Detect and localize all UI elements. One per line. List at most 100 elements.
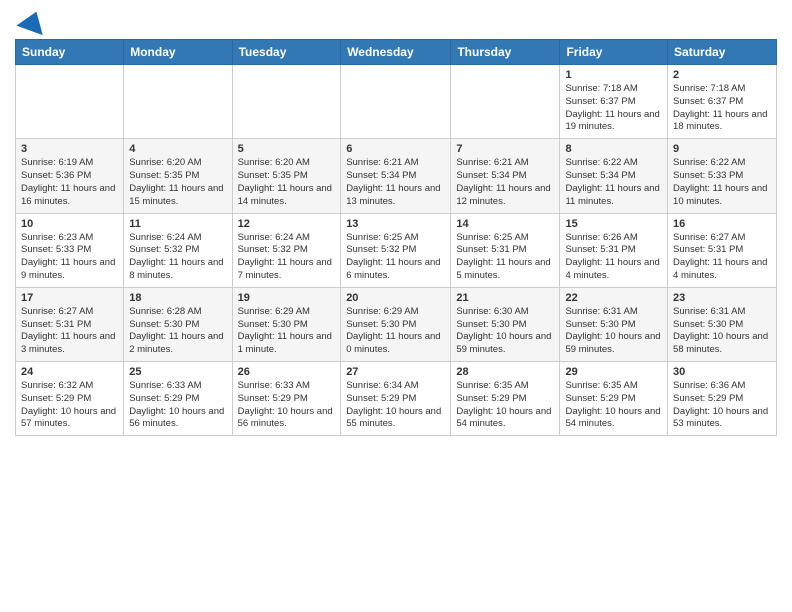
day-info: Sunrise: 6:29 AM Sunset: 5:30 PM Dayligh… <box>238 306 336 357</box>
day-number: 16 <box>673 218 771 230</box>
calendar-week-3: 10 Sunrise: 6:23 AM Sunset: 5:33 PM Dayli… <box>16 213 777 287</box>
day-info: Sunrise: 6:24 AM Sunset: 5:32 PM Dayligh… <box>238 232 336 283</box>
calendar-cell: 28 Sunrise: 6:35 AM Sunset: 5:29 PM Dayli… <box>451 362 560 436</box>
calendar-cell: 8 Sunrise: 6:22 AM Sunset: 5:34 PM Daylig… <box>560 139 668 213</box>
day-number: 30 <box>673 366 771 378</box>
day-number: 23 <box>673 292 771 304</box>
calendar-cell <box>451 65 560 139</box>
calendar-cell: 14 Sunrise: 6:25 AM Sunset: 5:31 PM Dayli… <box>451 213 560 287</box>
calendar-cell <box>16 65 124 139</box>
calendar-week-1: 1 Sunrise: 7:18 AM Sunset: 6:37 PM Daylig… <box>16 65 777 139</box>
calendar-cell: 18 Sunrise: 6:28 AM Sunset: 5:30 PM Dayli… <box>124 287 232 361</box>
calendar-cell: 15Sunrise: 6:26 AM Sunset: 5:31 PM Dayli… <box>560 213 668 287</box>
day-header-monday: Monday <box>124 40 232 65</box>
day-number: 8 <box>565 143 662 155</box>
calendar-cell: 10 Sunrise: 6:23 AM Sunset: 5:33 PM Dayli… <box>16 213 124 287</box>
day-number: 21 <box>456 292 554 304</box>
day-number: 28 <box>456 366 554 378</box>
day-info: Sunrise: 6:36 AM Sunset: 5:29 PM Dayligh… <box>673 380 771 431</box>
day-info: Sunrise: 6:27 AM Sunset: 5:31 PM Dayligh… <box>673 232 771 283</box>
calendar-cell <box>341 65 451 139</box>
day-info: Sunrise: 6:21 AM Sunset: 5:34 PM Dayligh… <box>346 157 445 208</box>
calendar-header-row: SundayMondayTuesdayWednesdayThursdayFrid… <box>16 40 777 65</box>
day-number: 4 <box>129 143 226 155</box>
day-number: 26 <box>238 366 336 378</box>
logo-icon <box>15 15 47 31</box>
day-info: Sunrise: 6:22 AM Sunset: 5:34 PM Dayligh… <box>565 157 662 208</box>
calendar-cell: 27 Sunrise: 6:34 AM Sunset: 5:29 PM Dayli… <box>341 362 451 436</box>
day-number: 19 <box>238 292 336 304</box>
calendar-cell <box>232 65 341 139</box>
day-number: 10 <box>21 218 118 230</box>
calendar-week-2: 3 Sunrise: 6:19 AM Sunset: 5:36 PM Daylig… <box>16 139 777 213</box>
day-number: 18 <box>129 292 226 304</box>
day-info: Sunrise: 6:33 AM Sunset: 5:29 PM Dayligh… <box>238 380 336 431</box>
day-info: Sunrise: 6:35 AM Sunset: 5:29 PM Dayligh… <box>456 380 554 431</box>
calendar-cell: 25Sunrise: 6:33 AM Sunset: 5:29 PM Dayli… <box>124 362 232 436</box>
calendar-cell: 19 Sunrise: 6:29 AM Sunset: 5:30 PM Dayli… <box>232 287 341 361</box>
day-info: Sunrise: 6:20 AM Sunset: 5:35 PM Dayligh… <box>129 157 226 208</box>
day-info: Sunrise: 6:29 AM Sunset: 5:30 PM Dayligh… <box>346 306 445 357</box>
calendar-cell <box>124 65 232 139</box>
calendar-cell: 6Sunrise: 6:21 AM Sunset: 5:34 PM Daylig… <box>341 139 451 213</box>
calendar-cell: 21 Sunrise: 6:30 AM Sunset: 5:30 PM Dayli… <box>451 287 560 361</box>
day-info: Sunrise: 6:21 AM Sunset: 5:34 PM Dayligh… <box>456 157 554 208</box>
calendar-cell: 11Sunrise: 6:24 AM Sunset: 5:32 PM Dayli… <box>124 213 232 287</box>
day-number: 12 <box>238 218 336 230</box>
day-info: Sunrise: 6:19 AM Sunset: 5:36 PM Dayligh… <box>21 157 118 208</box>
day-info: Sunrise: 6:30 AM Sunset: 5:30 PM Dayligh… <box>456 306 554 357</box>
day-info: Sunrise: 6:31 AM Sunset: 5:30 PM Dayligh… <box>565 306 662 357</box>
calendar-cell: 17Sunrise: 6:27 AM Sunset: 5:31 PM Dayli… <box>16 287 124 361</box>
calendar-cell: 12 Sunrise: 6:24 AM Sunset: 5:32 PM Dayli… <box>232 213 341 287</box>
day-header-friday: Friday <box>560 40 668 65</box>
day-info: Sunrise: 6:28 AM Sunset: 5:30 PM Dayligh… <box>129 306 226 357</box>
day-info: Sunrise: 6:22 AM Sunset: 5:33 PM Dayligh… <box>673 157 771 208</box>
calendar-cell: 23 Sunrise: 6:31 AM Sunset: 5:30 PM Dayli… <box>668 287 777 361</box>
day-header-tuesday: Tuesday <box>232 40 341 65</box>
calendar-week-4: 17Sunrise: 6:27 AM Sunset: 5:31 PM Dayli… <box>16 287 777 361</box>
day-number: 22 <box>565 292 662 304</box>
day-number: 1 <box>565 69 662 81</box>
logo-triangle-icon <box>16 7 49 35</box>
day-info: Sunrise: 7:18 AM Sunset: 6:37 PM Dayligh… <box>673 83 771 134</box>
calendar-cell: 7 Sunrise: 6:21 AM Sunset: 5:34 PM Daylig… <box>451 139 560 213</box>
calendar-cell: 2 Sunrise: 7:18 AM Sunset: 6:37 PM Daylig… <box>668 65 777 139</box>
calendar-cell: 5Sunrise: 6:20 AM Sunset: 5:35 PM Daylig… <box>232 139 341 213</box>
day-number: 27 <box>346 366 445 378</box>
day-number: 14 <box>456 218 554 230</box>
header <box>15 10 777 31</box>
day-number: 15 <box>565 218 662 230</box>
day-number: 24 <box>21 366 118 378</box>
calendar-cell: 22 Sunrise: 6:31 AM Sunset: 5:30 PM Dayli… <box>560 287 668 361</box>
calendar-cell: 9 Sunrise: 6:22 AM Sunset: 5:33 PM Daylig… <box>668 139 777 213</box>
calendar-cell: 20 Sunrise: 6:29 AM Sunset: 5:30 PM Dayli… <box>341 287 451 361</box>
calendar-cell: 29 Sunrise: 6:35 AM Sunset: 5:29 PM Dayli… <box>560 362 668 436</box>
day-info: Sunrise: 6:34 AM Sunset: 5:29 PM Dayligh… <box>346 380 445 431</box>
day-number: 29 <box>565 366 662 378</box>
day-header-saturday: Saturday <box>668 40 777 65</box>
day-number: 2 <box>673 69 771 81</box>
day-number: 3 <box>21 143 118 155</box>
day-info: Sunrise: 6:35 AM Sunset: 5:29 PM Dayligh… <box>565 380 662 431</box>
day-info: Sunrise: 6:25 AM Sunset: 5:32 PM Dayligh… <box>346 232 445 283</box>
day-number: 9 <box>673 143 771 155</box>
calendar: SundayMondayTuesdayWednesdayThursdayFrid… <box>15 39 777 436</box>
day-number: 7 <box>456 143 554 155</box>
day-info: Sunrise: 6:33 AM Sunset: 5:29 PM Dayligh… <box>129 380 226 431</box>
day-info: Sunrise: 6:23 AM Sunset: 5:33 PM Dayligh… <box>21 232 118 283</box>
day-header-wednesday: Wednesday <box>341 40 451 65</box>
day-info: Sunrise: 6:25 AM Sunset: 5:31 PM Dayligh… <box>456 232 554 283</box>
day-info: Sunrise: 6:20 AM Sunset: 5:35 PM Dayligh… <box>238 157 336 208</box>
day-info: Sunrise: 6:24 AM Sunset: 5:32 PM Dayligh… <box>129 232 226 283</box>
calendar-cell: 4 Sunrise: 6:20 AM Sunset: 5:35 PM Daylig… <box>124 139 232 213</box>
day-info: Sunrise: 6:31 AM Sunset: 5:30 PM Dayligh… <box>673 306 771 357</box>
calendar-cell: 16 Sunrise: 6:27 AM Sunset: 5:31 PM Dayli… <box>668 213 777 287</box>
calendar-cell: 26 Sunrise: 6:33 AM Sunset: 5:29 PM Dayli… <box>232 362 341 436</box>
page: SundayMondayTuesdayWednesdayThursdayFrid… <box>0 0 792 446</box>
day-header-sunday: Sunday <box>16 40 124 65</box>
calendar-cell: 1Sunrise: 7:18 AM Sunset: 6:37 PM Daylig… <box>560 65 668 139</box>
day-number: 17 <box>21 292 118 304</box>
day-number: 13 <box>346 218 445 230</box>
day-number: 20 <box>346 292 445 304</box>
day-info: Sunrise: 6:32 AM Sunset: 5:29 PM Dayligh… <box>21 380 118 431</box>
